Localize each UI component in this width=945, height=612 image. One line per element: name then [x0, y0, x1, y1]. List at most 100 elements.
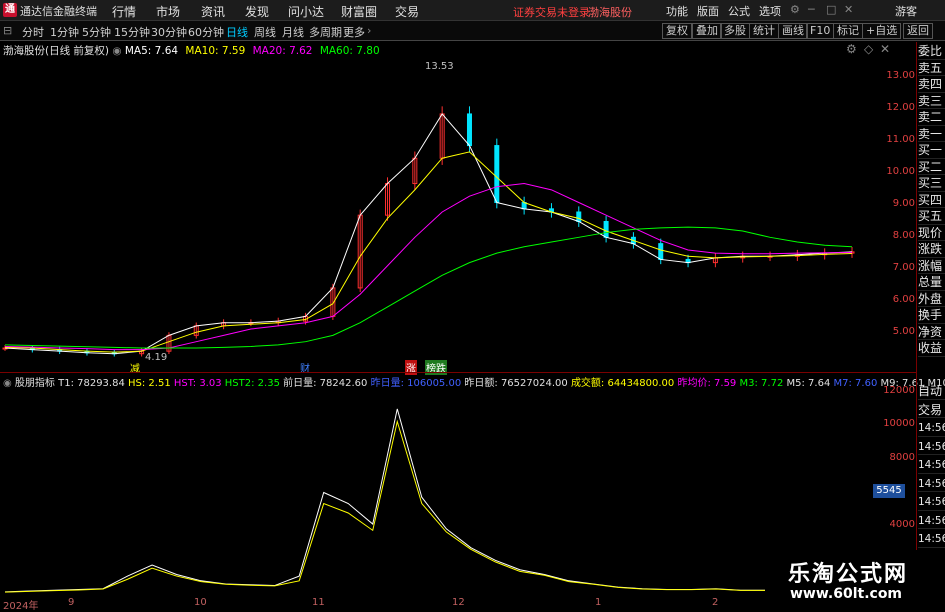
side-label[interactable]: 外盘: [918, 292, 945, 308]
collapse-icon[interactable]: ◇: [864, 42, 873, 56]
price-tick: 13.00: [883, 70, 915, 81]
period-fenshi[interactable]: 分时: [22, 24, 44, 40]
settings-icon[interactable]: ⚙: [790, 3, 800, 16]
period-more[interactable]: 更多: [343, 24, 365, 40]
side-label[interactable]: 现价: [918, 226, 945, 242]
menu-hangqing[interactable]: 行情: [112, 3, 136, 20]
side-label-lower[interactable]: 14:56: [918, 477, 945, 493]
side-label[interactable]: 买五: [918, 209, 945, 225]
zre-value: 昨日额: 76527024.00: [464, 378, 567, 389]
title-bar: 通 通达信金融终端 行情 市场 资讯 发现 问小达 财富圈 交易 证券交易未登录…: [0, 0, 945, 21]
side-label-lower[interactable]: 14:56: [918, 495, 945, 511]
menu-caifuquan[interactable]: 财富圈: [341, 3, 377, 20]
date-tick: 9: [68, 597, 74, 608]
hs-value: HS: 2.51: [128, 378, 171, 389]
zjj-value: 昨均价: 7.59: [677, 378, 736, 389]
stock-info-line: 渤海股份(日线 前复权) ◉ MA5: 7.64 MA10: 7.59 MA20…: [3, 43, 380, 57]
side-label-lower[interactable]: 14:56: [918, 514, 945, 530]
price-tick: 7.00: [883, 262, 915, 273]
close-icon[interactable]: ✕: [844, 3, 853, 16]
side-label-lower[interactable]: 自动: [918, 384, 945, 400]
period-15min[interactable]: 15分钟: [114, 24, 150, 40]
ma10-value: MA10: 7.59: [185, 45, 245, 57]
ma5-value: MA5: 7.64: [125, 45, 178, 57]
btn-tongji[interactable]: 统计: [749, 23, 779, 39]
ma20-value: MA20: 7.62: [253, 45, 313, 57]
menu-gongshi[interactable]: 公式: [728, 3, 750, 19]
chevron-right-icon[interactable]: ›: [367, 24, 371, 37]
side-label[interactable]: 净资: [918, 325, 945, 341]
price-tick: 9.00: [883, 198, 915, 209]
period-60min[interactable]: 60分钟: [188, 24, 224, 40]
close-chart-icon[interactable]: ✕: [880, 42, 890, 56]
indicator-chart[interactable]: [0, 390, 880, 595]
period-daily[interactable]: 日线: [226, 24, 248, 40]
period-5min[interactable]: 5分钟: [82, 24, 111, 40]
side-label-lower[interactable]: 14:56: [918, 440, 945, 456]
price-tick: 10.00: [883, 166, 915, 177]
date-tick: 11: [312, 597, 325, 608]
side-label-lower[interactable]: 14:56: [918, 458, 945, 474]
expand-icon[interactable]: ⊟: [3, 24, 12, 37]
side-label[interactable]: 买一: [918, 143, 945, 159]
menu-gongneng[interactable]: 功能: [666, 3, 688, 19]
btn-fuquan[interactable]: 复权: [662, 23, 692, 39]
indicator-name[interactable]: 股朋指标: [15, 378, 55, 389]
stock-name[interactable]: 渤海股份(日线 前复权): [3, 45, 109, 57]
period-weekly[interactable]: 周线: [254, 24, 276, 40]
period-30min[interactable]: 30分钟: [151, 24, 187, 40]
side-label[interactable]: 卖四: [918, 77, 945, 93]
minimize-icon[interactable]: ─: [808, 3, 815, 16]
menu-jiaoyi[interactable]: 交易: [395, 3, 419, 20]
m3-value: M3: 7.72: [740, 378, 784, 389]
side-label[interactable]: 涨幅: [918, 259, 945, 275]
high-annotation: 13.53: [425, 61, 454, 72]
side-label[interactable]: 涨跌: [918, 242, 945, 258]
menu-faxian[interactable]: 发现: [245, 3, 269, 20]
login-warning[interactable]: 证券交易未登录: [513, 4, 590, 20]
date-tick: 12: [452, 597, 465, 608]
price-tick: 5.00: [883, 326, 915, 337]
btn-fanhui[interactable]: 返回: [903, 23, 933, 39]
side-label-lower[interactable]: 交易: [918, 403, 945, 419]
side-label[interactable]: 换手: [918, 308, 945, 324]
btn-huaxian[interactable]: 画线: [778, 23, 808, 39]
side-label[interactable]: 卖一: [918, 127, 945, 143]
side-label[interactable]: 卖五: [918, 61, 945, 77]
maximize-icon[interactable]: □: [826, 3, 836, 16]
menu-xuanxiang[interactable]: 选项: [759, 3, 781, 19]
zrl-value: 昨日量: 106005.00: [371, 378, 462, 389]
period-monthly[interactable]: 月线: [282, 24, 304, 40]
menu-banmian[interactable]: 版面: [697, 3, 719, 19]
side-label[interactable]: 买三: [918, 176, 945, 192]
eye-icon[interactable]: ◉: [3, 378, 15, 389]
period-multi[interactable]: 多周期: [309, 24, 342, 40]
settings-icon[interactable]: ⚙: [846, 42, 857, 56]
menu-wenxiaoda[interactable]: 问小达: [288, 3, 324, 20]
btn-duogu[interactable]: 多股: [720, 23, 750, 39]
btn-diejia[interactable]: 叠加: [692, 23, 722, 39]
side-label[interactable]: 总量: [918, 275, 945, 291]
btn-zixuan[interactable]: +自选: [862, 23, 901, 39]
candle: [659, 244, 663, 260]
menu-shichang[interactable]: 市场: [156, 3, 180, 20]
side-separator: [916, 42, 917, 609]
side-label[interactable]: 卖二: [918, 110, 945, 126]
side-label[interactable]: 收益: [918, 341, 945, 357]
watermark-title: 乐淘公式网: [788, 556, 908, 588]
side-label-lower[interactable]: 14:56: [918, 532, 945, 548]
eye-icon[interactable]: ◉: [112, 45, 125, 57]
period-1min[interactable]: 1分钟: [50, 24, 79, 40]
hst-value: HST: 3.03: [174, 378, 222, 389]
side-label[interactable]: 委比: [918, 44, 945, 60]
side-label[interactable]: 买二: [918, 160, 945, 176]
side-label-lower[interactable]: 14:56: [918, 421, 945, 437]
side-label[interactable]: 买四: [918, 193, 945, 209]
kline-chart[interactable]: 13.53 4.19: [0, 57, 880, 367]
stock-link[interactable]: 渤海股份: [588, 4, 632, 20]
menu-zixun[interactable]: 资讯: [201, 3, 225, 20]
side-label[interactable]: 卖三: [918, 94, 945, 110]
user-guest[interactable]: 游客: [895, 3, 917, 19]
btn-f10[interactable]: F10: [806, 23, 834, 39]
btn-biaoji[interactable]: 标记: [833, 23, 863, 39]
